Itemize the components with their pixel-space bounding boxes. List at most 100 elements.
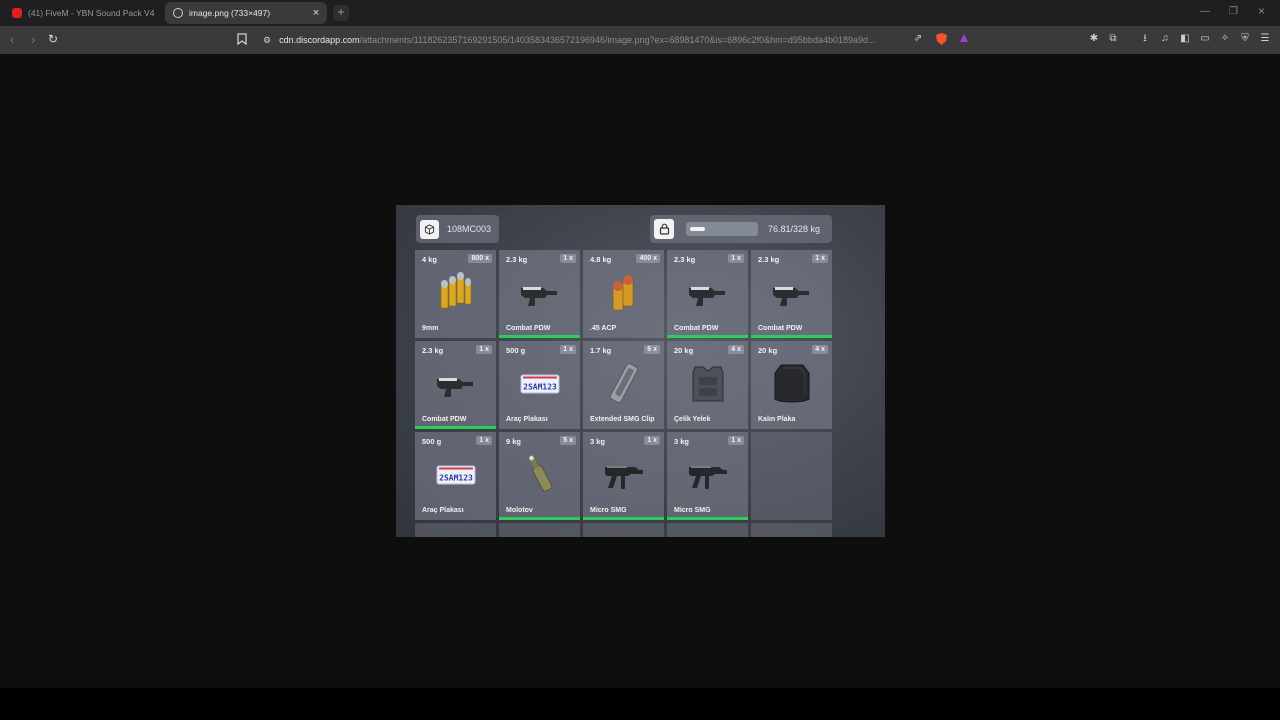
url-path: /attachments/1118262357169291505/1403583…	[359, 35, 876, 45]
inventory-slot[interactable]: 2.3 kg 1 x Combat PDW	[667, 250, 748, 338]
item-weight: 500 g	[422, 437, 442, 446]
item-name: Molotov	[506, 507, 533, 514]
menu-icon[interactable]: ☰	[1259, 33, 1271, 45]
inventory-slot-partial[interactable]	[415, 523, 496, 537]
download-icon[interactable]: ⭳	[1139, 33, 1151, 45]
reload-icon[interactable]: ↻	[48, 32, 58, 46]
bookmark-icon[interactable]	[236, 33, 248, 46]
taskbar	[0, 688, 1280, 720]
item-weight: 4 kg	[422, 255, 438, 264]
close-window-icon[interactable]: ×	[1258, 4, 1265, 18]
durability-bar	[499, 335, 580, 338]
inventory-slot[interactable]: 4.8 kg 400 x .45 ACP	[583, 250, 664, 338]
item-weight: 20 kg	[674, 346, 694, 355]
tab-search-icon[interactable]: ⧉	[1107, 33, 1119, 45]
micro-smg-icon	[601, 452, 647, 496]
license-plate-icon: 2SAM123	[433, 452, 479, 496]
share-icon[interactable]: ⇗	[912, 33, 924, 45]
steel-vest-icon	[685, 361, 731, 405]
item-name: Kalın Plaka	[758, 416, 796, 423]
item-name: Araç Plakası	[422, 507, 464, 514]
item-weight: 2.3 kg	[422, 346, 444, 355]
brave-shields-icon[interactable]	[935, 33, 947, 45]
inventory-screenshot: 108MC003 76.81/328 kg 4 kg 800 x 9mm 2.3 kg…	[396, 205, 885, 537]
durability-bar	[667, 517, 748, 520]
item-name: Combat PDW	[422, 416, 467, 423]
inventory-id-chip: 108MC003	[416, 215, 500, 243]
item-count: 1 x	[560, 345, 576, 354]
inventory-slot[interactable]: 2.3 kg 1 x Combat PDW	[499, 250, 580, 338]
item-count: 4 x	[812, 345, 828, 354]
item-count: 6 x	[644, 345, 660, 354]
item-name: Combat PDW	[674, 325, 719, 332]
inventory-slot-partial[interactable]	[583, 523, 664, 537]
media-icon[interactable]: ♫	[1159, 33, 1171, 45]
tab-title: image.png (733×497)	[189, 8, 271, 18]
empty-inventory-slot[interactable]	[751, 432, 832, 520]
item-name: 9mm	[422, 325, 439, 332]
inventory-slot[interactable]: 2.3 kg 1 x Combat PDW	[415, 341, 496, 429]
durability-bar	[415, 426, 496, 429]
item-weight: 2.3 kg	[674, 255, 696, 264]
micro-smg-icon	[685, 452, 731, 496]
vpn-shield-icon[interactable]: ⛨	[1239, 33, 1251, 45]
inventory-slot[interactable]: 20 kg 4 x Çelik Yelek	[667, 341, 748, 429]
ammo-45acp-icon	[601, 270, 647, 314]
inventory-slot-partial[interactable]	[499, 523, 580, 537]
weight-bar-fill	[690, 227, 705, 231]
item-name: .45 ACP	[590, 325, 617, 332]
wallet-icon[interactable]: ▭	[1199, 33, 1211, 45]
new-tab-button[interactable]: +	[333, 5, 349, 21]
inventory-slot[interactable]: 3 kg 1 x Micro SMG	[667, 432, 748, 520]
restore-icon[interactable]: ❐	[1229, 6, 1238, 17]
weight-panel: 76.81/328 kg	[650, 215, 832, 243]
item-count: 400 x	[636, 254, 660, 263]
minimize-icon[interactable]: —	[1200, 6, 1210, 17]
inventory-slot-partial[interactable]	[667, 523, 748, 537]
lock-icon	[654, 219, 674, 239]
inventory-slot[interactable]: 1.7 kg 6 x Extended SMG Clip	[583, 341, 664, 429]
brave-rewards-icon[interactable]	[958, 33, 970, 45]
combat-pdw-icon	[769, 270, 815, 314]
combat-pdw-icon	[517, 270, 563, 314]
inventory-slot[interactable]: 3 kg 1 x Micro SMG	[583, 432, 664, 520]
armor-plate-icon	[769, 361, 815, 405]
item-name: Araç Plakası	[506, 416, 548, 423]
sidebar-icon[interactable]: ◧	[1179, 33, 1191, 45]
plate-number: 2SAM123	[439, 474, 473, 483]
address-bar[interactable]: ⚙ cdn.discordapp.com/attachments/1118262…	[255, 29, 975, 51]
inventory-slot[interactable]: 500 g 1 x 2SAM123 Araç Plakası	[415, 432, 496, 520]
inventory-slot-partial[interactable]	[751, 523, 832, 537]
tab-image[interactable]: image.png (733×497) ×	[165, 2, 327, 24]
inventory-slot[interactable]: 9 kg 5 x Molotov	[499, 432, 580, 520]
molotov-icon	[517, 452, 563, 496]
box-icon	[420, 219, 439, 239]
item-count: 1 x	[644, 436, 660, 445]
item-count: 4 x	[728, 345, 744, 354]
license-plate-icon: 2SAM123	[517, 361, 563, 405]
inventory-slot[interactable]: 2.3 kg 1 x Combat PDW	[751, 250, 832, 338]
durability-bar	[751, 335, 832, 338]
toolbar: ‹ › ↻ ⚙ cdn.discordapp.com/attachments/1…	[0, 26, 1280, 54]
inventory-slot[interactable]: 500 g 1 x 2SAM123 Araç Plakası	[499, 341, 580, 429]
site-settings-icon[interactable]: ⚙	[263, 35, 271, 46]
close-tab-icon[interactable]: ×	[313, 2, 327, 24]
extensions-icon[interactable]: ✱	[1088, 33, 1100, 45]
forward-icon[interactable]: ›	[31, 32, 35, 47]
item-name: Combat PDW	[758, 325, 803, 332]
inventory-slot[interactable]: 4 kg 800 x 9mm	[415, 250, 496, 338]
item-count: 1 x	[476, 436, 492, 445]
back-icon[interactable]: ‹	[10, 32, 14, 47]
item-name: Micro SMG	[674, 507, 711, 514]
plate-number: 2SAM123	[523, 383, 557, 392]
item-count: 1 x	[728, 254, 744, 263]
item-name: Combat PDW	[506, 325, 551, 332]
tab-youtube[interactable]: (41) FiveM - YBN Sound Pack V4 | Sc	[4, 2, 162, 24]
ammo-9mm-icon	[433, 270, 479, 314]
item-name: Çelik Yelek	[674, 416, 711, 423]
tab-title: (41) FiveM - YBN Sound Pack V4 | Sc	[28, 8, 154, 18]
item-count: 1 x	[476, 345, 492, 354]
inventory-slot[interactable]: 20 kg 4 x Kalın Plaka	[751, 341, 832, 429]
item-count: 1 x	[812, 254, 828, 263]
leo-ai-icon[interactable]: ✧	[1219, 33, 1231, 45]
